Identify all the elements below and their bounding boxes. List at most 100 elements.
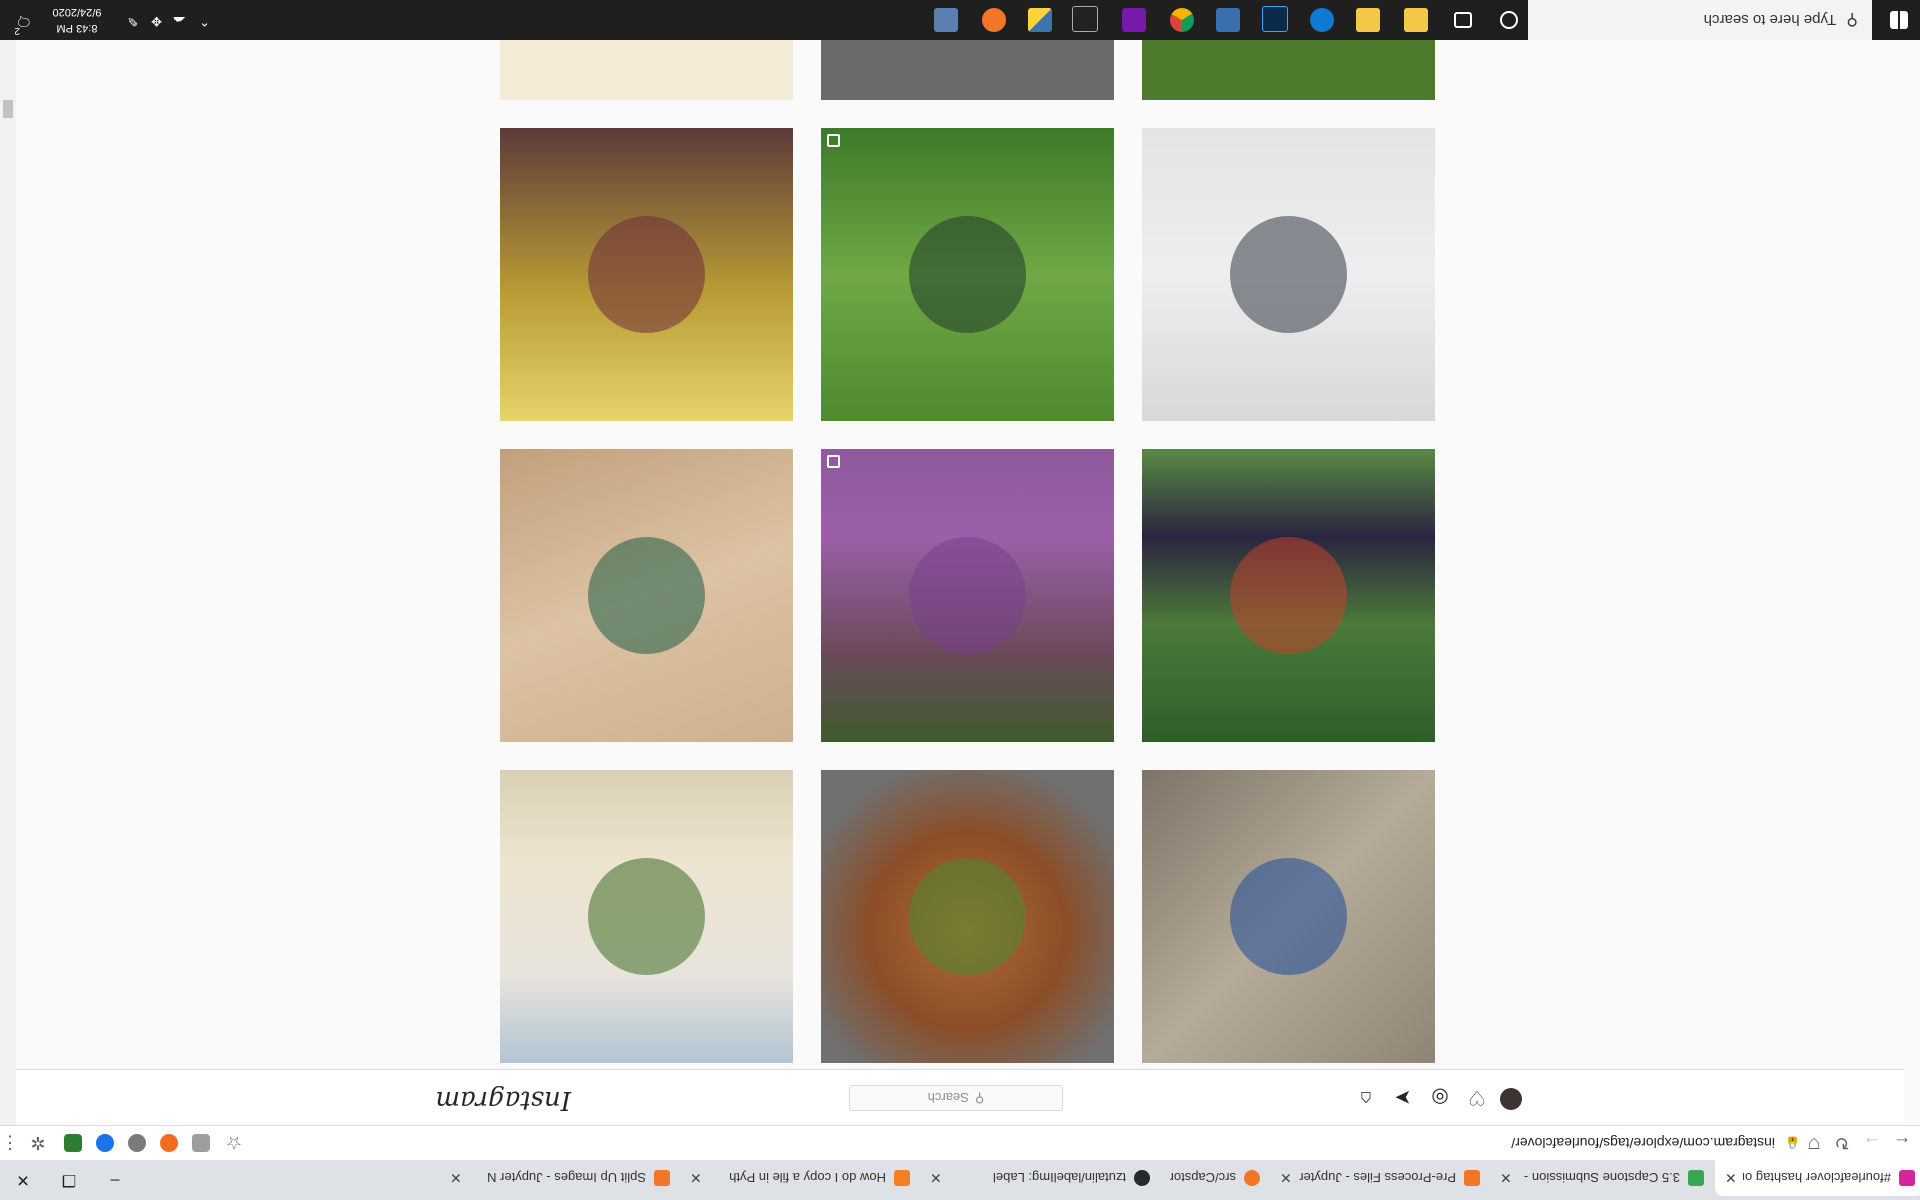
close-tab-icon[interactable]: ✕: [1725, 1170, 1737, 1187]
tab-title: 3.5 Capstone Submission -: [1523, 1170, 1680, 1186]
tab-capstone-submission[interactable]: 3.5 Capstone Submission - ✕: [1490, 1160, 1714, 1196]
close-tab-icon[interactable]: ✕: [450, 1170, 462, 1187]
photo-content: [908, 215, 1027, 334]
terminal-icon[interactable]: [1072, 6, 1098, 32]
jupyter-favicon-icon: [1464, 1170, 1480, 1186]
instagram-header: Instagram ⚲ Search ⌂ ➤ ◎ ♡: [16, 1069, 1904, 1125]
edge-icon[interactable]: [1310, 8, 1334, 32]
scrollbar-thumb[interactable]: [3, 100, 13, 118]
photo-tile[interactable]: [1142, 770, 1435, 1063]
taskbar-search-placeholder: Type here to search: [1703, 11, 1837, 29]
extension-orange-icon[interactable]: [160, 1134, 178, 1152]
photo-tile[interactable]: [1142, 449, 1435, 742]
windows-logo-icon[interactable]: [1890, 11, 1908, 29]
maximize-button[interactable]: ❐: [46, 1160, 92, 1200]
tab-jupyter-split[interactable]: Split Up Images - Jupyter N ✕: [440, 1160, 680, 1196]
photo-tile[interactable]: [500, 449, 793, 742]
reload-icon[interactable]: ↻: [1830, 1131, 1854, 1155]
github-favicon-icon: [1134, 1170, 1150, 1186]
close-tab-icon[interactable]: ✕: [930, 1170, 942, 1187]
extension-g-icon[interactable]: [192, 1134, 210, 1152]
photos-icon[interactable]: [1216, 8, 1240, 32]
multi-photo-icon: [827, 134, 840, 147]
photoshop-icon[interactable]: [1262, 6, 1288, 32]
calendar-icon[interactable]: [1404, 8, 1428, 32]
profile-avatar[interactable]: [1500, 1088, 1522, 1110]
clock-date: 9/24/2020: [52, 6, 102, 18]
taskbar-clock[interactable]: 8:43 PM 9/24/2020: [42, 4, 112, 36]
search-icon: ⚲: [1846, 11, 1858, 28]
instagram-logo[interactable]: Instagram: [435, 1085, 571, 1115]
tab-title: How do I copy a file in Pyth: [729, 1170, 886, 1186]
home-icon[interactable]: ⌂: [1353, 1085, 1379, 1111]
cloud-icon[interactable]: ☁: [173, 13, 186, 29]
photo-tile[interactable]: [1142, 128, 1435, 421]
close-tab-icon[interactable]: ✕: [1500, 1170, 1512, 1187]
lock-icon: 🔒: [1785, 1136, 1800, 1150]
python-icon[interactable]: [1028, 8, 1052, 32]
extension-dollar-icon[interactable]: [64, 1134, 82, 1152]
browser-toolbar: ← → ↻ ⛉ 🔒 instagram.com/explore/tags/fou…: [0, 1125, 1920, 1160]
clock-time: 8:43 PM: [56, 22, 98, 34]
tab-github-labelimg[interactable]: tzutalin/labelImg: Label ✕: [920, 1160, 1160, 1196]
chrome-icon[interactable]: [1170, 8, 1194, 32]
search-icon: ⚲: [974, 1091, 985, 1106]
windows-taskbar: ⚲ Type here to search ⌃ ☁ ✥ ✎ 8:43 PM 9/…: [0, 0, 1920, 40]
jupyter-icon[interactable]: [982, 8, 1006, 32]
menu-dots-icon[interactable]: ⋮: [0, 1131, 22, 1155]
photo-tile[interactable]: [821, 449, 1114, 742]
stackoverflow-favicon-icon: [894, 1170, 910, 1186]
multi-photo-icon: [827, 455, 840, 468]
photo-tile[interactable]: [821, 770, 1114, 1063]
photo-content: [1229, 536, 1348, 655]
photo-tile[interactable]: [500, 128, 793, 421]
photo-tile[interactable]: [821, 128, 1114, 421]
browser-tab-strip: Split Up Images - Jupyter N ✕ How do I c…: [0, 1160, 1920, 1200]
tray-chevron-icon[interactable]: ⌃: [199, 13, 210, 29]
mail-app-icon[interactable]: [1356, 8, 1380, 32]
close-tab-icon[interactable]: ✕: [1280, 1170, 1292, 1187]
vertical-scrollbar[interactable]: [0, 40, 16, 1125]
dropbox-icon[interactable]: ✥: [151, 13, 162, 29]
tab-instagram-fourleafclover[interactable]: #fourleafclover hashtag on ✕: [1715, 1160, 1920, 1196]
onenote-icon[interactable]: [1122, 8, 1146, 32]
bookmark-star-icon[interactable]: ☆: [222, 1131, 246, 1155]
submission-favicon-icon: [1688, 1170, 1704, 1186]
close-tab-icon[interactable]: ✕: [690, 1170, 702, 1187]
tab-title: Split Up Images - Jupyter N: [487, 1170, 646, 1186]
photo-content: [1229, 857, 1348, 976]
photo-tile[interactable]: [500, 770, 793, 1063]
tab-src-capstone[interactable]: src/Capstone/: [1160, 1160, 1270, 1196]
forward-icon[interactable]: →: [1860, 1131, 1884, 1155]
rotated-screen: Split Up Images - Jupyter N ✕ How do I c…: [0, 0, 1920, 1200]
pen-icon[interactable]: ✎: [127, 13, 138, 29]
extensions-puzzle-icon[interactable]: ✲: [26, 1131, 50, 1155]
instagram-favicon-icon: [1899, 1170, 1915, 1186]
taskview-icon[interactable]: [1454, 12, 1472, 28]
address-bar[interactable]: 🔒 instagram.com/explore/tags/fourleafclo…: [280, 1130, 1800, 1156]
photo-content: [587, 215, 706, 334]
extension-blue-icon[interactable]: [96, 1134, 114, 1152]
address-text: instagram.com/explore/tags/fourleafclove…: [1511, 1135, 1776, 1151]
explore-icon[interactable]: ◎: [1427, 1085, 1453, 1111]
photo-content: [1229, 215, 1348, 334]
minimize-button[interactable]: –: [92, 1160, 138, 1200]
close-window-button[interactable]: ✕: [0, 1160, 46, 1200]
cortana-icon[interactable]: [1500, 11, 1518, 29]
shield-icon[interactable]: ⛉: [1802, 1131, 1826, 1155]
buildings-icon[interactable]: [934, 8, 958, 32]
back-icon[interactable]: ←: [1890, 1131, 1914, 1155]
activity-icon[interactable]: ♡: [1464, 1085, 1490, 1111]
search-input[interactable]: ⚲ Search: [849, 1085, 1063, 1111]
photo-content: [587, 536, 706, 655]
jupyter-favicon-icon: [654, 1170, 670, 1186]
tab-stackoverflow[interactable]: How do I copy a file in Pyth ✕: [680, 1160, 920, 1196]
extension-circle-icon[interactable]: [128, 1134, 146, 1152]
taskbar-search-input[interactable]: ⚲ Type here to search: [1528, 0, 1872, 40]
tab-title: tzutalin/labelImg: Label: [993, 1170, 1126, 1186]
tab-title: Pre-Process Files - Jupyter: [1299, 1170, 1456, 1186]
tab-title: #fourleafclover hashtag on: [1742, 1170, 1891, 1186]
photo-content: [908, 536, 1027, 655]
direct-icon[interactable]: ➤: [1390, 1085, 1416, 1111]
tab-pre-process[interactable]: Pre-Process Files - Jupyter ✕: [1270, 1160, 1490, 1196]
